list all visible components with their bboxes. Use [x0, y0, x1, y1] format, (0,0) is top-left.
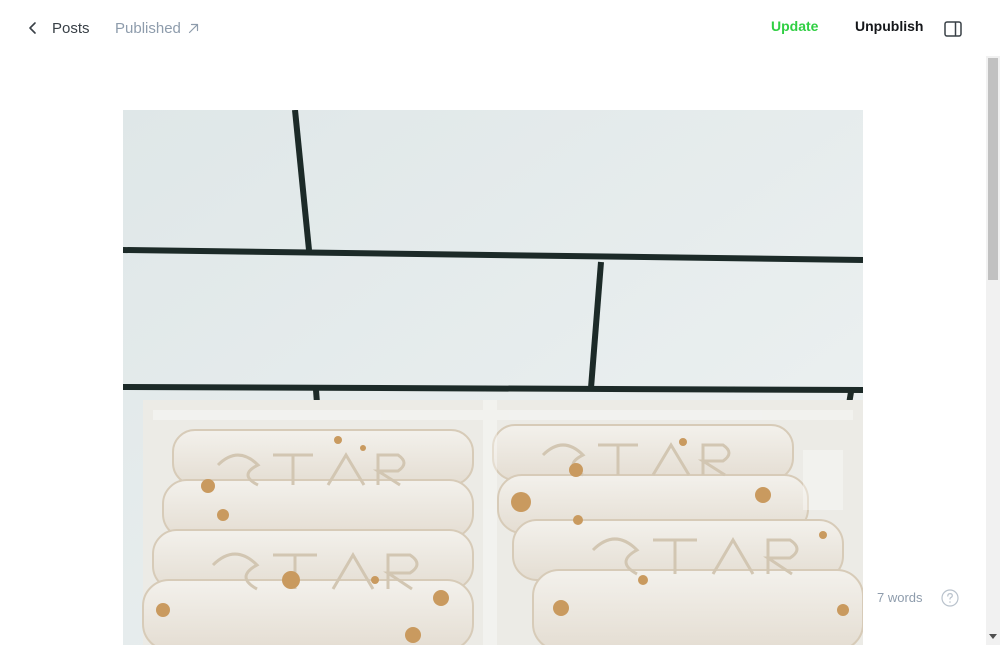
scrollbar-thumb[interactable]	[988, 58, 998, 280]
post-status-link[interactable]: Published	[115, 16, 200, 40]
status-label: Published	[115, 19, 181, 37]
editor-scrollbar[interactable]	[986, 56, 1000, 645]
back-label: Posts	[52, 19, 90, 37]
word-count: 7 words	[877, 590, 923, 605]
editor-header: Posts Published Update Unpublish	[0, 0, 1000, 56]
feature-image[interactable]	[123, 110, 863, 645]
update-button[interactable]: Update	[771, 18, 818, 34]
scroll-down-arrow-icon[interactable]	[989, 632, 997, 640]
arrow-up-right-icon	[188, 23, 198, 33]
help-circle-icon[interactable]	[941, 589, 959, 607]
chevron-left-icon	[29, 22, 36, 34]
feature-image-photo	[123, 110, 863, 645]
unpublish-button[interactable]: Unpublish	[855, 18, 923, 34]
sidebar-toggle-icon[interactable]	[944, 21, 962, 37]
back-to-posts-button[interactable]: Posts	[24, 16, 90, 40]
editor-canvas	[0, 56, 986, 645]
